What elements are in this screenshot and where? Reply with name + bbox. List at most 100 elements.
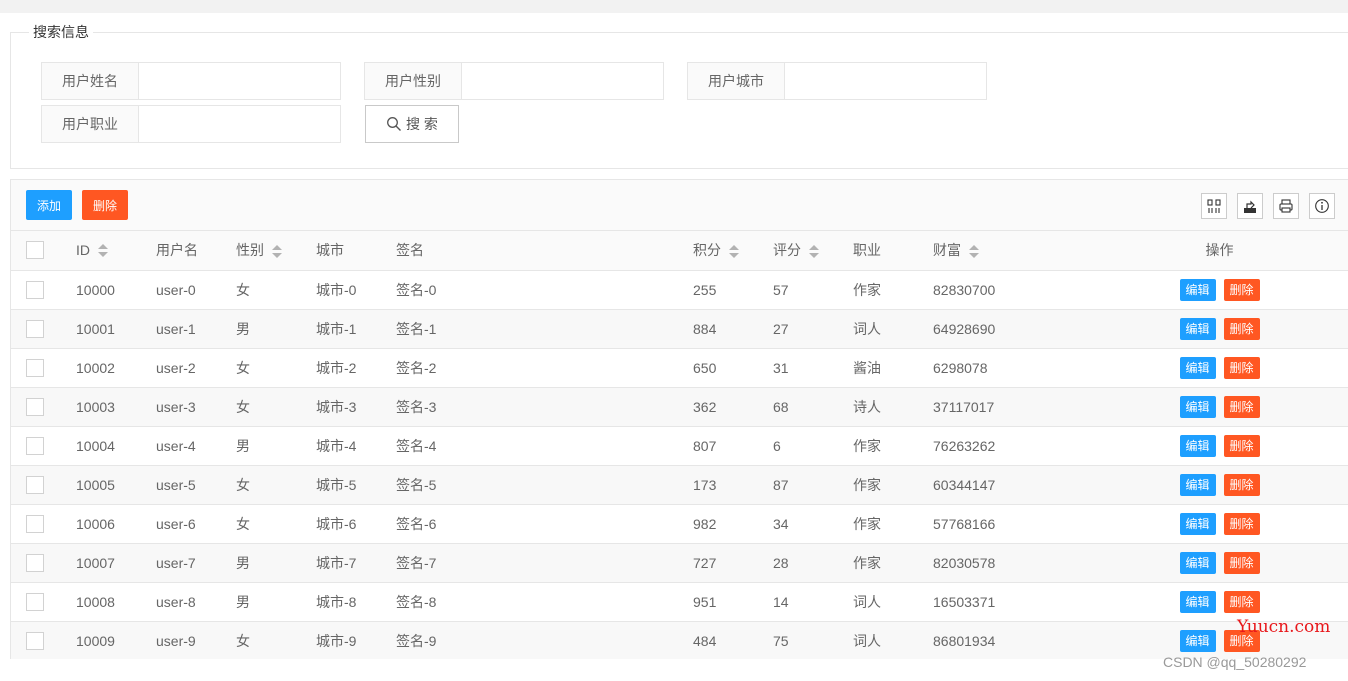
city-input[interactable] xyxy=(785,63,986,99)
table-row: 10001 user-1 男城市-1 签名-1 884 27 词人 64928690 编辑 删除 xyxy=(11,309,1348,349)
row-checkbox[interactable] xyxy=(26,475,44,494)
cell-sign: 签名-4 xyxy=(381,426,678,466)
sort-icon[interactable] xyxy=(809,244,819,259)
cell-username: user-2 xyxy=(141,348,221,388)
username-input[interactable] xyxy=(139,63,340,99)
top-bar xyxy=(0,0,1348,13)
cell-id: 10003 xyxy=(61,387,141,427)
watermark-site: Yuucn.com xyxy=(1237,617,1331,637)
column-header-wealth[interactable]: 财富 xyxy=(918,231,1088,271)
batch-delete-button[interactable]: 删除 xyxy=(82,190,128,220)
edit-button[interactable]: 编辑 xyxy=(1179,317,1216,340)
cell-wealth: 86801934 xyxy=(918,621,1088,659)
cell-username: user-5 xyxy=(141,465,221,505)
cell-score: 362 xyxy=(678,387,758,427)
cell-gender: 男 xyxy=(221,426,301,466)
field-label-occupation: 用户职业 xyxy=(42,106,139,142)
delete-button[interactable]: 删除 xyxy=(1223,590,1260,613)
delete-button[interactable]: 删除 xyxy=(1223,434,1260,457)
row-checkbox[interactable] xyxy=(26,514,44,533)
field-gender: 用户性别 xyxy=(364,62,664,100)
row-checkbox[interactable] xyxy=(26,358,44,377)
print-icon[interactable] xyxy=(1273,193,1299,219)
edit-button[interactable]: 编辑 xyxy=(1179,395,1216,418)
cell-occupation: 诗人 xyxy=(838,387,918,427)
row-checkbox[interactable] xyxy=(26,319,44,338)
edit-button[interactable]: 编辑 xyxy=(1179,590,1216,613)
edit-button[interactable]: 编辑 xyxy=(1179,434,1216,457)
cell-city: 城市-4 xyxy=(301,426,381,466)
edit-button[interactable]: 编辑 xyxy=(1179,278,1216,301)
table-row: 10006 user-6 女城市-6 签名-6 982 34 作家 57768166 编辑 删除 xyxy=(11,504,1348,544)
occupation-input[interactable] xyxy=(139,106,340,142)
edit-button[interactable]: 编辑 xyxy=(1179,512,1216,535)
cell-gender: 女 xyxy=(221,270,301,310)
column-header-id[interactable]: ID xyxy=(61,231,141,271)
export-icon[interactable] xyxy=(1237,193,1263,219)
delete-button[interactable]: 删除 xyxy=(1223,278,1260,301)
cell-gender: 女 xyxy=(221,465,301,505)
edit-button[interactable]: 编辑 xyxy=(1179,473,1216,496)
sort-icon[interactable] xyxy=(272,244,282,259)
columns-filter-icon[interactable] xyxy=(1201,193,1227,219)
cell-id: 10002 xyxy=(61,348,141,388)
row-checkbox[interactable] xyxy=(26,631,44,650)
watermark-author: CSDN @qq_50280292 xyxy=(1163,654,1307,670)
info-icon[interactable] xyxy=(1309,193,1335,219)
cell-wealth: 76263262 xyxy=(918,426,1088,466)
cell-sign: 签名-2 xyxy=(381,348,678,388)
delete-button[interactable]: 删除 xyxy=(1223,317,1260,340)
row-actions: 编辑 删除 xyxy=(1088,543,1348,583)
column-header-sign: 签名 xyxy=(381,231,678,271)
cell-gender: 男 xyxy=(221,582,301,622)
cell-sign: 签名-8 xyxy=(381,582,678,622)
cell-score: 484 xyxy=(678,621,758,659)
table-row: 10002 user-2 女城市-2 签名-2 650 31 酱油 6298078 编辑 删除 xyxy=(11,348,1348,388)
cell-score: 884 xyxy=(678,309,758,349)
cell-rating: 75 xyxy=(758,621,838,659)
delete-button[interactable]: 删除 xyxy=(1223,551,1260,574)
cell-id: 10009 xyxy=(61,621,141,659)
cell-score: 951 xyxy=(678,582,758,622)
row-checkbox[interactable] xyxy=(26,592,44,611)
sort-icon[interactable] xyxy=(98,244,108,258)
column-header-gender[interactable]: 性别 xyxy=(221,231,301,271)
cell-id: 10001 xyxy=(61,309,141,349)
cell-username: user-3 xyxy=(141,387,221,427)
sort-icon[interactable] xyxy=(729,244,739,259)
column-header-username: 用户名 xyxy=(141,231,221,271)
delete-button[interactable]: 删除 xyxy=(1223,395,1260,418)
column-header-actions: 操作 xyxy=(1088,231,1348,271)
delete-button[interactable]: 删除 xyxy=(1223,512,1260,535)
cell-gender: 女 xyxy=(221,621,301,659)
search-button[interactable]: 搜 索 xyxy=(365,105,459,143)
add-button[interactable]: 添加 xyxy=(26,190,72,220)
table-row: 10005 user-5 女城市-5 签名-5 173 87 作家 60344147 编辑 删除 xyxy=(11,465,1348,505)
sort-icon[interactable] xyxy=(969,244,979,259)
cell-score: 727 xyxy=(678,543,758,583)
edit-button[interactable]: 编辑 xyxy=(1179,551,1216,574)
gender-input[interactable] xyxy=(462,63,663,99)
cell-rating: 28 xyxy=(758,543,838,583)
edit-button[interactable]: 编辑 xyxy=(1179,356,1216,379)
cell-username: user-8 xyxy=(141,582,221,622)
cell-wealth: 82030578 xyxy=(918,543,1088,583)
column-header-score[interactable]: 积分 xyxy=(678,231,758,271)
cell-occupation: 作家 xyxy=(838,270,918,310)
delete-button[interactable]: 删除 xyxy=(1223,473,1260,496)
row-checkbox[interactable] xyxy=(26,397,44,416)
column-header-rating[interactable]: 评分 xyxy=(758,231,838,271)
select-all-checkbox[interactable] xyxy=(26,241,44,260)
edit-button[interactable]: 编辑 xyxy=(1179,629,1216,652)
cell-wealth: 60344147 xyxy=(918,465,1088,505)
cell-sign: 签名-3 xyxy=(381,387,678,427)
row-actions: 编辑 删除 xyxy=(1088,504,1348,544)
cell-username: user-1 xyxy=(141,309,221,349)
cell-occupation: 作家 xyxy=(838,426,918,466)
delete-button[interactable]: 删除 xyxy=(1223,356,1260,379)
user-table: ID 用户名 性别 城市 签名 积分 评分 职业 财富 操作 10000 user… xyxy=(11,231,1348,659)
field-username: 用户姓名 xyxy=(41,62,341,100)
row-checkbox[interactable] xyxy=(26,436,44,455)
row-checkbox[interactable] xyxy=(26,280,44,299)
row-checkbox[interactable] xyxy=(26,553,44,572)
